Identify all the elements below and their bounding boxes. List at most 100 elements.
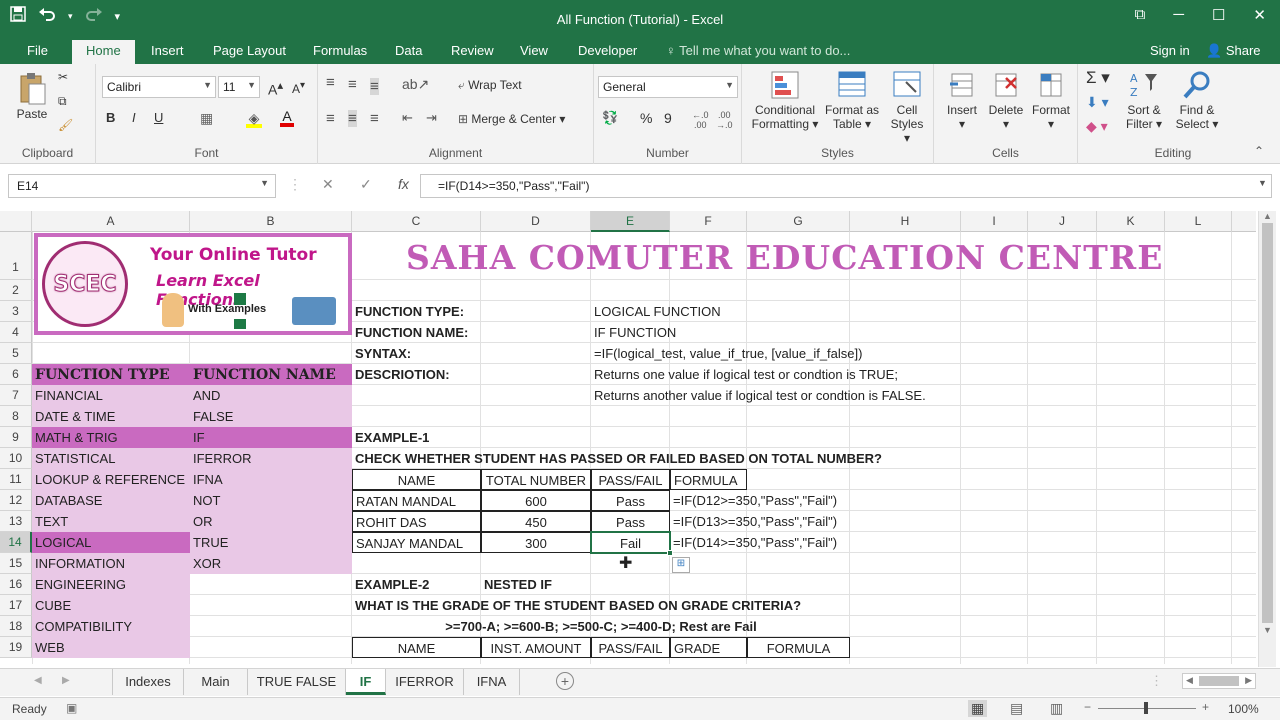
example-1-cell[interactable]: SANJAY MANDAL	[352, 532, 481, 553]
example-2-header[interactable]: PASS/FAIL	[591, 637, 670, 658]
row-header-7[interactable]: 7	[0, 385, 32, 406]
index-type-cell[interactable]: TEXT	[32, 511, 190, 532]
index-type-cell[interactable]: DATE & TIME	[32, 406, 190, 427]
align-left-icon[interactable]: ≡	[326, 110, 335, 127]
font-size-combo[interactable]: 11 ▼	[218, 76, 260, 98]
row-header-16[interactable]: 16	[0, 574, 32, 595]
copy-icon[interactable]: ⧉	[58, 94, 67, 109]
shrink-font-icon[interactable]: A▾	[292, 80, 305, 96]
index-type-cell[interactable]: WEB	[32, 637, 190, 658]
index-type-cell[interactable]: STATISTICAL	[32, 448, 190, 469]
row-header-13[interactable]: 13	[0, 511, 32, 532]
name-box[interactable]: E14 ▼	[8, 174, 276, 198]
example-2-question[interactable]: WHAT IS THE GRADE OF THE STUDENT BASED O…	[352, 595, 804, 616]
select-all-corner[interactable]	[0, 211, 32, 232]
index-type-cell[interactable]: LOOKUP & REFERENCE	[32, 469, 190, 490]
index-type-cell[interactable]: CUBE	[32, 595, 190, 616]
grow-font-icon[interactable]: A▴	[268, 78, 283, 98]
row-header-2[interactable]: 2	[0, 280, 32, 301]
tab-review[interactable]: Review	[451, 43, 494, 58]
row-header-14[interactable]: 14	[0, 532, 32, 553]
example-2-header[interactable]: INST. AMOUNT	[481, 637, 591, 658]
zoom-slider-thumb[interactable]	[1144, 702, 1148, 714]
tab-file[interactable]: File	[27, 43, 48, 58]
index-name-cell[interactable]: NOT	[190, 490, 352, 511]
index-type-cell[interactable]: INFORMATION	[32, 553, 190, 574]
minimize-icon[interactable]: ─	[1173, 6, 1184, 24]
align-middle-icon[interactable]: ≡	[348, 76, 357, 93]
expand-formula-icon[interactable]: ▼	[1258, 178, 1267, 188]
col-header-a[interactable]: A	[32, 211, 190, 232]
align-bottom-icon[interactable]: ≡	[370, 78, 379, 95]
syntax-value[interactable]: =IF(logical_test, value_if_true, [value_…	[591, 343, 865, 364]
row-header-5[interactable]: 5	[0, 343, 32, 364]
accounting-format-icon[interactable]: 💱	[602, 110, 618, 126]
tab-page-layout[interactable]: Page Layout	[213, 43, 286, 58]
format-cells-button[interactable]: Format ▾	[1030, 70, 1072, 131]
index-name-cell[interactable]: OR	[190, 511, 352, 532]
fill-handle[interactable]	[667, 550, 673, 556]
tab-formulas[interactable]: Formulas	[313, 43, 367, 58]
fill-icon[interactable]: ⬇ ▾	[1086, 94, 1109, 111]
index-type-cell[interactable]: FINANCIAL	[32, 385, 190, 406]
description-value-1[interactable]: Returns one value if logical test or con…	[591, 364, 901, 385]
page-layout-view-icon[interactable]: ▤	[1010, 700, 1023, 717]
comma-style-button[interactable]: 9	[664, 110, 672, 126]
example-1-cell[interactable]: ROHIT DAS	[352, 511, 481, 532]
function-type-label[interactable]: FUNCTION TYPE:	[352, 301, 467, 322]
align-top-icon[interactable]: ≡	[326, 74, 335, 91]
col-header-c[interactable]: C	[352, 211, 481, 232]
row-header-4[interactable]: 4	[0, 322, 32, 343]
example-2-header[interactable]: NAME	[352, 637, 481, 658]
row-header-8[interactable]: 8	[0, 406, 32, 427]
format-painter-icon[interactable]: 🖌	[58, 118, 73, 132]
paste-button[interactable]: Paste	[14, 70, 50, 121]
example-1-cell[interactable]: =IF(D14>=350,"Pass","Fail")	[670, 532, 850, 553]
insert-function-icon[interactable]: fx	[398, 176, 409, 192]
increase-indent-icon[interactable]: ⇥	[426, 110, 437, 126]
cancel-icon[interactable]: ✕	[322, 176, 334, 193]
scroll-thumb[interactable]	[1262, 223, 1273, 623]
example-1-cell[interactable]: =IF(D13>=350,"Pass","Fail")	[670, 511, 850, 532]
font-color-icon[interactable]: A	[280, 108, 294, 127]
index-header-type[interactable]: FUNCTION TYPE	[32, 364, 190, 385]
decrease-decimal-icon[interactable]: .00 →.0	[716, 110, 733, 130]
index-name-cell[interactable]: TRUE	[190, 532, 352, 553]
col-header-i[interactable]: I	[961, 211, 1028, 232]
row-header-17[interactable]: 17	[0, 595, 32, 616]
example-1-title[interactable]: EXAMPLE-1	[352, 427, 432, 448]
index-type-cell[interactable]: ENGINEERING	[32, 574, 190, 595]
tab-insert[interactable]: Insert	[151, 43, 184, 58]
sheet-tab-if[interactable]: IF	[346, 669, 386, 695]
vertical-scrollbar[interactable]: ▲ ▼	[1258, 211, 1276, 667]
align-right-icon[interactable]: ≡	[370, 110, 379, 127]
row-header-1[interactable]: 1	[0, 232, 32, 280]
new-sheet-icon[interactable]: +	[556, 672, 574, 690]
example-1-cell[interactable]: =IF(D12>=350,"Pass","Fail")	[670, 490, 850, 511]
row-header-6[interactable]: 6	[0, 364, 32, 385]
bold-button[interactable]: B	[106, 110, 115, 125]
example-1-header[interactable]: PASS/FAIL	[591, 469, 670, 490]
zoom-level[interactable]: 100%	[1228, 702, 1259, 716]
description-value-2[interactable]: Returns another value if logical test or…	[591, 385, 929, 406]
italic-button[interactable]: I	[132, 110, 136, 125]
index-name-cell[interactable]: IFNA	[190, 469, 352, 490]
cut-icon[interactable]: ✂	[58, 70, 68, 84]
delete-cells-button[interactable]: Delete ▾	[986, 70, 1026, 131]
index-name-cell[interactable]: IF	[190, 427, 352, 448]
sheet-tab-main[interactable]: Main	[184, 669, 248, 695]
row-header-11[interactable]: 11	[0, 469, 32, 490]
zoom-out-icon[interactable]: −	[1084, 700, 1091, 714]
tab-data[interactable]: Data	[395, 43, 422, 58]
example-1-question[interactable]: CHECK WHETHER STUDENT HAS PASSED OR FAIL…	[352, 448, 885, 469]
index-type-cell[interactable]: LOGICAL	[32, 532, 190, 553]
row-header-10[interactable]: 10	[0, 448, 32, 469]
scroll-left-icon[interactable]: ◀	[1186, 675, 1193, 686]
zoom-in-icon[interactable]: +	[1202, 700, 1209, 714]
fill-color-icon[interactable]: ◈	[246, 110, 262, 128]
format-as-table-button[interactable]: Format as Table ▾	[824, 70, 880, 131]
scroll-up-icon[interactable]: ▲	[1259, 211, 1276, 221]
ribbon-display-icon[interactable]: ⧉	[1135, 6, 1146, 24]
tab-developer[interactable]: Developer	[578, 43, 637, 58]
tab-home[interactable]: Home	[72, 40, 135, 64]
